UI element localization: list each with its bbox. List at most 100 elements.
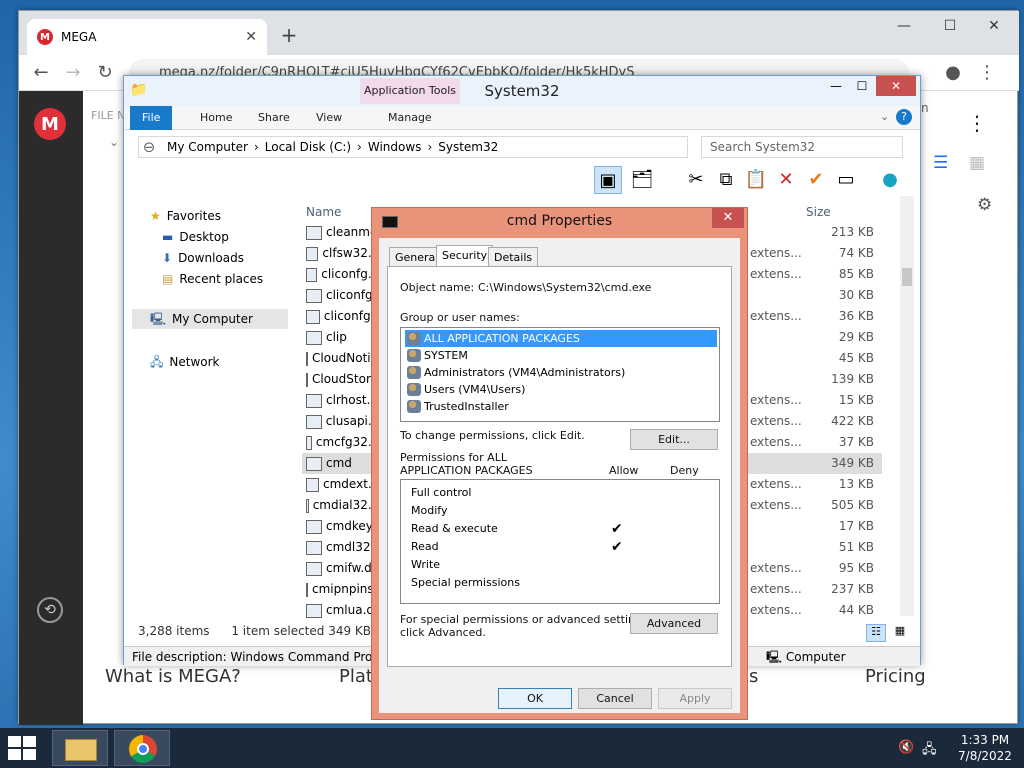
file-size: 15 KB bbox=[838, 393, 874, 407]
profile-icon[interactable]: ● bbox=[939, 59, 967, 87]
object-name-value: C:\Windows\System32\cmd.exe bbox=[478, 281, 652, 294]
breadcrumb-system32[interactable]: System32 bbox=[438, 140, 498, 154]
file-icon bbox=[306, 561, 322, 576]
allow-column-header: Allow bbox=[609, 464, 639, 477]
file-type: extens... bbox=[750, 393, 802, 407]
tab-share[interactable]: Share bbox=[246, 106, 302, 130]
sync-icon[interactable]: ⟲ bbox=[37, 597, 63, 623]
group-list-item[interactable]: Administrators (VM4\Administrators) bbox=[405, 364, 717, 381]
group-listbox[interactable]: ALL APPLICATION PACKAGES SYSTEM Administra… bbox=[400, 327, 720, 422]
grid-view-icon[interactable]: ▦ bbox=[969, 153, 985, 173]
mega-logo-icon[interactable]: M bbox=[34, 108, 66, 140]
paste-icon[interactable]: 📋 bbox=[742, 166, 770, 194]
explorer-close-button[interactable]: ✕ bbox=[876, 76, 916, 96]
file-icon bbox=[306, 393, 322, 408]
nav-favorites[interactable]: ★ Favorites bbox=[150, 206, 221, 226]
globe-icon[interactable]: ● bbox=[876, 166, 904, 194]
list-view-icon[interactable]: ☰ bbox=[933, 153, 948, 173]
help-icon[interactable]: ? bbox=[896, 109, 912, 125]
tab-view[interactable]: View bbox=[304, 106, 354, 130]
network-tray-icon[interactable]: 🖧 bbox=[922, 740, 937, 762]
explorer-maximize-button[interactable]: ☐ bbox=[850, 79, 874, 93]
large-icons-view-icon[interactable]: ▦ bbox=[890, 624, 910, 642]
tab-home[interactable]: Home bbox=[188, 106, 244, 130]
ribbon-expand-icon[interactable]: ⌄ bbox=[880, 110, 889, 123]
group-list-item[interactable]: TrustedInstaller bbox=[405, 398, 717, 415]
breadcrumb-windows[interactable]: Windows bbox=[368, 140, 422, 154]
footer-pricing[interactable]: Pricing bbox=[865, 666, 926, 687]
delete-icon[interactable]: ✕ bbox=[772, 166, 800, 194]
nav-desktop[interactable]: ▬ Desktop bbox=[162, 227, 229, 247]
scrollbar-thumb[interactable] bbox=[902, 268, 912, 286]
permission-name: Read bbox=[411, 540, 439, 553]
close-window-button[interactable]: ✕ bbox=[971, 11, 1017, 41]
mega-menu-icon[interactable]: ⋮ bbox=[967, 111, 987, 135]
column-size[interactable]: Size bbox=[806, 202, 831, 222]
tab-file[interactable]: File bbox=[130, 106, 173, 130]
tab-details[interactable]: Details bbox=[488, 247, 539, 267]
minimize-button[interactable]: — bbox=[881, 11, 927, 41]
footer-platform[interactable]: Plat bbox=[339, 666, 373, 687]
breadcrumb-my-computer[interactable]: My Computer bbox=[167, 140, 248, 154]
group-list-item[interactable]: SYSTEM bbox=[405, 347, 717, 364]
advanced-text-1: For special permissions or advanced sett… bbox=[400, 613, 652, 626]
address-breadcrumb[interactable]: My Computer › Local Disk (C:) › Windows › S… bbox=[138, 136, 688, 158]
back-arrow-icon[interactable]: ← bbox=[27, 59, 55, 87]
file-icon bbox=[306, 246, 319, 261]
group-list-item[interactable]: Users (VM4\Users) bbox=[405, 381, 717, 398]
breadcrumb-local-disk[interactable]: Local Disk (C:) bbox=[265, 140, 351, 154]
permission-name: Full control bbox=[411, 486, 472, 499]
maximize-button[interactable]: ☐ bbox=[927, 11, 973, 41]
tab-security[interactable]: Security bbox=[436, 245, 494, 268]
search-input[interactable]: Search System32 bbox=[701, 136, 903, 158]
copy-icon[interactable]: ⧉ bbox=[712, 166, 740, 194]
menu-dots-icon[interactable]: ⋮ bbox=[973, 59, 1001, 87]
nav-my-computer[interactable]: 🖳 My Computer bbox=[132, 309, 288, 329]
cancel-button[interactable]: Cancel bbox=[578, 688, 652, 709]
settings-gear-icon[interactable]: ⚙ bbox=[977, 195, 992, 215]
column-name[interactable]: Name bbox=[306, 202, 341, 222]
user-group-icon bbox=[407, 400, 421, 413]
preview-pane-icon[interactable]: ▣ bbox=[594, 166, 622, 194]
details-view-icon[interactable]: ☷ bbox=[866, 624, 886, 642]
properties-icon[interactable]: 🗂 bbox=[628, 166, 656, 194]
tab-manage[interactable]: Manage bbox=[376, 106, 444, 130]
file-size: 17 KB bbox=[838, 519, 874, 533]
reload-icon[interactable]: ↻ bbox=[91, 59, 119, 87]
mega-file-header: FILE N bbox=[91, 109, 126, 122]
new-tab-button[interactable]: + bbox=[277, 23, 301, 47]
explorer-minimize-button[interactable]: — bbox=[824, 79, 848, 93]
user-group-icon bbox=[407, 349, 421, 362]
dialog-close-button[interactable]: ✕ bbox=[712, 208, 744, 228]
apply-button[interactable]: Apply bbox=[658, 688, 732, 709]
downloads-icon: ⬇ bbox=[162, 251, 173, 265]
ok-button[interactable]: OK bbox=[498, 688, 572, 709]
file-size: 95 KB bbox=[838, 561, 874, 575]
windows-start-icon[interactable] bbox=[8, 736, 38, 760]
file-size: 237 KB bbox=[831, 582, 874, 596]
chrome-tab-mega[interactable]: M MEGA ✕ bbox=[27, 19, 267, 55]
forward-arrow-icon[interactable]: → bbox=[59, 59, 87, 87]
chevron-down-icon[interactable]: ⌄ bbox=[109, 135, 119, 149]
nav-network[interactable]: 🖧 Network bbox=[150, 352, 220, 372]
taskbar-clock[interactable]: 1:33 PM 7/8/2022 bbox=[950, 732, 1020, 764]
rename-icon[interactable]: ▭ bbox=[832, 166, 860, 194]
taskbar-chrome-icon[interactable] bbox=[114, 730, 170, 766]
cut-icon[interactable]: ✂ bbox=[682, 166, 710, 194]
taskbar-file-explorer-icon[interactable] bbox=[52, 730, 108, 766]
file-type: extens... bbox=[750, 435, 802, 449]
file-type: extens... bbox=[750, 246, 802, 260]
edit-button[interactable]: Edit... bbox=[630, 429, 718, 450]
nav-recent-places[interactable]: ▤ Recent places bbox=[162, 269, 263, 289]
group-list-item[interactable]: ALL APPLICATION PACKAGES bbox=[405, 330, 717, 347]
advanced-button[interactable]: Advanced bbox=[630, 613, 718, 634]
checkmark-icon[interactable]: ✔ bbox=[802, 166, 830, 194]
close-tab-icon[interactable]: ✕ bbox=[245, 29, 257, 45]
footer-business[interactable]: s bbox=[749, 666, 758, 687]
file-list-scrollbar[interactable] bbox=[900, 196, 914, 616]
file-icon bbox=[306, 498, 309, 513]
nav-downloads[interactable]: ⬇ Downloads bbox=[162, 248, 244, 268]
volume-muted-icon[interactable]: 🔇 bbox=[898, 740, 914, 755]
footer-what-is-mega[interactable]: What is MEGA? bbox=[105, 666, 241, 687]
file-icon bbox=[306, 267, 318, 282]
